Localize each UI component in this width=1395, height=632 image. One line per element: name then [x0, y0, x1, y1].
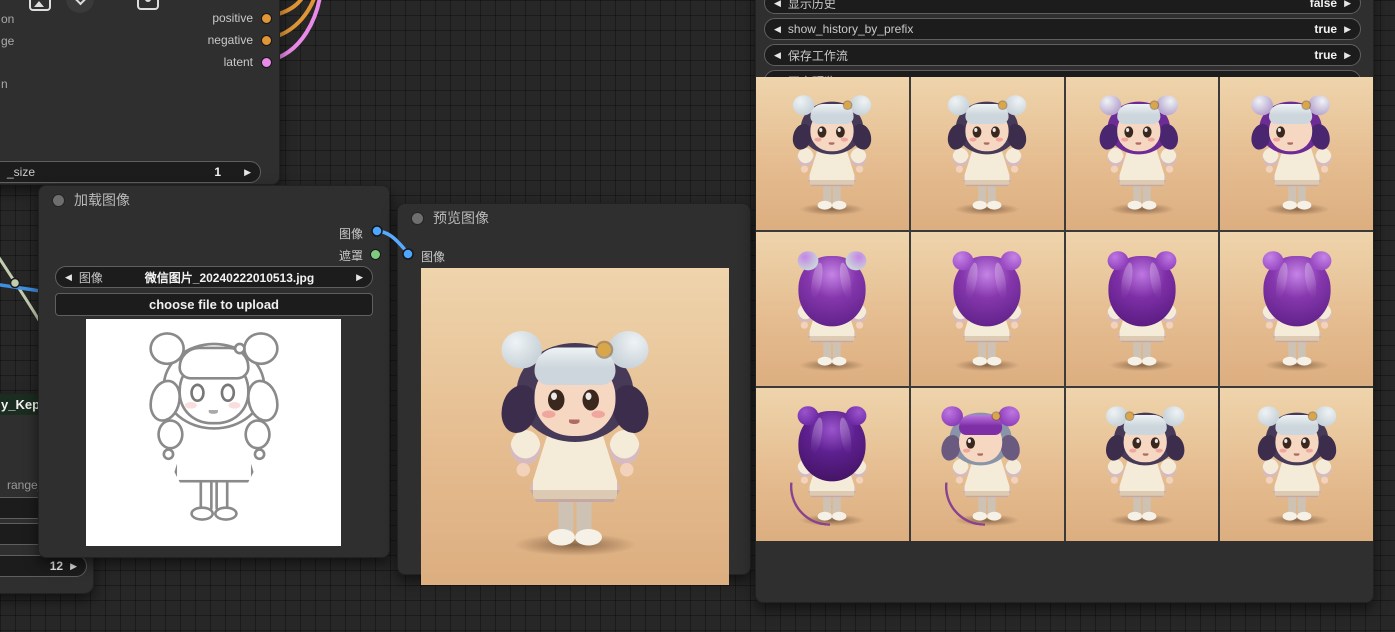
load-image-output-mask-label: 遮罩	[338, 249, 363, 263]
load-image-output-image-label: 图像	[338, 227, 363, 241]
generated-image-7[interactable]	[1065, 232, 1219, 386]
save-workflow-next-arrow[interactable]: ▶	[1344, 50, 1351, 60]
history-prefix-label: show_history_by_prefix	[787, 22, 914, 36]
generated-image-11[interactable]	[1065, 387, 1219, 541]
chibi-character-figure	[788, 250, 876, 376]
show-history-prev-arrow[interactable]: ◀	[774, 0, 781, 8]
sampler-input-label-2: ge	[1, 34, 15, 48]
chibi-character-figure	[1098, 250, 1186, 376]
chibi-character-figure	[788, 95, 876, 220]
generated-image-2[interactable]	[910, 77, 1064, 231]
uploaded-image-preview[interactable]	[86, 319, 341, 546]
load-image-collapse-dot[interactable]	[52, 193, 65, 207]
file-prev-arrow[interactable]: ◀	[65, 272, 72, 282]
save-workflow-value: true	[1314, 48, 1338, 62]
sampler-output-latent-port[interactable]	[261, 57, 272, 68]
node-preview-image: 预览图像 图像	[397, 203, 751, 585]
file-next-arrow[interactable]: ▶	[356, 272, 363, 282]
preview-image-title: 预览图像	[433, 210, 489, 226]
load-image-file-widget[interactable]: ◀ 图像 微信图片_20240222010513.jpg ▶	[55, 266, 373, 288]
camera-icon[interactable]	[137, 0, 159, 10]
chibi-character-figure	[1253, 406, 1341, 531]
node-output-grid: ◀ 显示历史 false ▶ ◀ show_history_by_prefix …	[755, 0, 1374, 603]
node-kep-title: y_Kep	[1, 397, 41, 412]
generated-image-4[interactable]	[1220, 77, 1373, 231]
generated-image-10[interactable]	[910, 387, 1064, 541]
chibi-character-figure	[943, 95, 1031, 220]
sampler-size-widget[interactable]: _size 1 ▶	[0, 161, 261, 183]
choose-file-button[interactable]: choose file to upload	[55, 293, 373, 316]
sampler-size-value: 1	[214, 165, 222, 179]
node-load-image: 加载图像 图像 遮罩 ◀ 图像 微信图片_20240222010513.jpg …	[38, 185, 390, 558]
show-history-label: 显示历史	[787, 0, 836, 11]
chibi-character-figure	[141, 332, 286, 538]
sampler-input-label-3: n	[1, 77, 8, 91]
chibi-character-figure	[1251, 95, 1341, 220]
output-widget-show-history[interactable]: ◀ 显示历史 false ▶	[764, 0, 1361, 14]
chibi-character-figure	[943, 250, 1031, 376]
load-image-output-mask-port[interactable]	[370, 249, 381, 260]
output-widget-history-prefix[interactable]: ◀ show_history_by_prefix true ▶	[764, 18, 1361, 40]
chibi-character-figure	[786, 406, 876, 531]
sampler-output-negative-label: negative	[207, 33, 253, 47]
comfyui-canvas: y_Kep range_ 0 330 12 ▶ on ge n positi	[0, 0, 1395, 632]
preview-input-image-label: 图像	[421, 250, 446, 264]
chibi-character-figure	[1253, 250, 1341, 376]
show-history-next-arrow[interactable]: ▶	[1344, 0, 1351, 8]
generated-image-9[interactable]	[756, 387, 909, 541]
save-workflow-prev-arrow[interactable]: ◀	[774, 50, 781, 60]
history-prefix-prev-arrow[interactable]: ◀	[774, 24, 781, 34]
sampler-output-positive-port[interactable]	[261, 13, 272, 24]
chevron-down-icon[interactable]	[66, 0, 94, 13]
preview-image-title-bar[interactable]: 预览图像	[398, 204, 750, 232]
chibi-character-figure	[941, 406, 1031, 531]
sampler-input-label-1: on	[1, 12, 15, 26]
show-history-value: false	[1309, 0, 1338, 10]
chibi-character-figure	[1098, 95, 1186, 220]
history-prefix-next-arrow[interactable]: ▶	[1344, 24, 1351, 34]
preview-image-collapse-dot[interactable]	[411, 211, 424, 225]
sampler-size-step-up-arrow[interactable]: ▶	[244, 167, 251, 177]
history-prefix-value: true	[1314, 22, 1338, 36]
save-workflow-label: 保存工作流	[787, 48, 848, 63]
load-image-title: 加载图像	[74, 192, 130, 208]
generated-image-6[interactable]	[910, 232, 1064, 386]
output-widget-save-workflow[interactable]: ◀ 保存工作流 true ▶	[764, 44, 1361, 66]
file-widget-label: 图像	[78, 270, 103, 285]
file-widget-value: 微信图片_20240222010513.jpg	[144, 270, 315, 285]
preview-image[interactable]	[421, 268, 729, 585]
chibi-character-figure	[1098, 406, 1186, 531]
generated-image-3[interactable]	[1065, 77, 1219, 231]
image-icon[interactable]	[29, 0, 51, 11]
sampler-output-latent-label: latent	[223, 55, 253, 69]
chibi-character-figure	[493, 331, 658, 565]
node-sampler-partial: on ge n positive negative latent _size 1…	[0, 0, 280, 185]
generated-image-5[interactable]	[756, 232, 909, 386]
generated-image-1[interactable]	[756, 77, 909, 231]
sampler-output-negative-port[interactable]	[261, 35, 272, 46]
output-image-grid	[756, 77, 1373, 541]
generated-image-12[interactable]	[1220, 387, 1373, 541]
sampler-size-label: _size	[7, 165, 36, 179]
generated-image-8[interactable]	[1220, 232, 1373, 386]
load-image-title-bar[interactable]: 加载图像	[39, 186, 389, 214]
kep-step-up-arrow[interactable]: ▶	[70, 561, 77, 571]
kep-value-3: 12	[49, 559, 64, 573]
kep-value-row-3[interactable]: 12 ▶	[0, 555, 87, 577]
sampler-output-positive-label: positive	[212, 11, 253, 25]
